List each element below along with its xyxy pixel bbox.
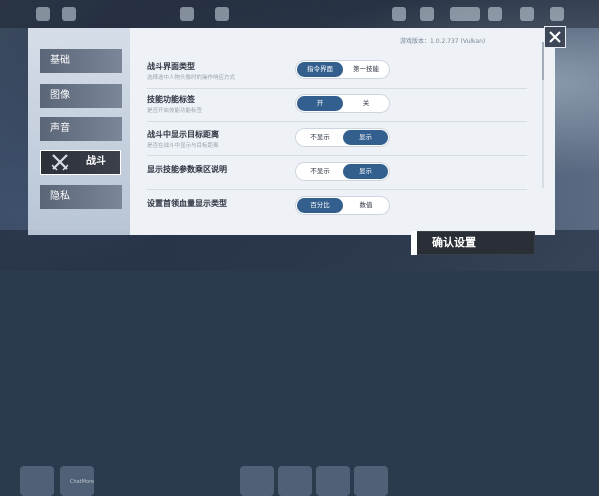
sidebar-item-label: 隐私: [50, 191, 70, 202]
option-percentage[interactable]: 百分比: [297, 198, 343, 213]
option-first-skill[interactable]: 第一技能: [343, 60, 389, 79]
divider: [147, 189, 527, 190]
notification-icon: [520, 7, 534, 21]
sidebar-item-combat[interactable]: 战斗: [40, 150, 121, 175]
setting-title: 战斗中显示目标距离: [147, 130, 219, 139]
divider: [147, 88, 527, 89]
sidebar-item-label: 基础: [50, 55, 70, 66]
sidebar-item-graphics[interactable]: 图像: [40, 84, 122, 108]
skill-param-toggle: 不显示 显示: [295, 162, 390, 181]
status-icon: [420, 7, 434, 21]
setting-title: 技能功能标签: [147, 95, 195, 104]
divider: [147, 155, 527, 156]
close-button[interactable]: [544, 26, 566, 48]
sidebar-item-label: 图像: [50, 90, 70, 101]
option-on[interactable]: 开: [297, 96, 343, 111]
setting-title: 显示技能参数乘区说明: [147, 165, 227, 174]
status-icon: [180, 7, 194, 21]
confirm-accent: [411, 231, 417, 255]
setting-subtitle: 选择选中人物头像时的操作响应方式: [147, 75, 236, 81]
confirm-label: 确认设置: [432, 236, 476, 249]
setting-title: 设置首领血量显示类型: [147, 199, 227, 208]
bottom-label: ChatMore: [70, 479, 95, 485]
option-command-ui[interactable]: 指令界面: [297, 62, 343, 77]
battle-ui-type-toggle: 指令界面 第一技能: [295, 60, 390, 79]
battery-icon: [450, 7, 480, 21]
settings-icon: [550, 7, 564, 21]
setting-title: 战斗界面类型: [147, 62, 195, 71]
skill-tag-toggle: 开 关: [295, 94, 390, 113]
home-icon: [36, 7, 50, 21]
option-hide[interactable]: 不显示: [297, 128, 343, 147]
confirm-settings-button[interactable]: 确认设置: [411, 231, 535, 255]
sidebar-item-basic[interactable]: 基础: [40, 49, 122, 73]
sidebar-item-label: 声音: [50, 123, 70, 134]
app-slot: [278, 466, 312, 496]
setting-subtitle: 是否在战斗中显示与目标距离: [147, 143, 219, 149]
app-slot: [20, 466, 54, 496]
target-distance-toggle: 不显示 显示: [295, 128, 390, 147]
status-icon: [215, 7, 229, 21]
top-status-bar: [0, 0, 599, 28]
app-slot: [240, 466, 274, 496]
boss-hp-display-toggle: 百分比 数值: [295, 196, 390, 215]
option-show[interactable]: 显示: [343, 164, 388, 179]
divider: [147, 121, 527, 122]
sidebar-item-label: 战斗: [86, 156, 106, 167]
crossed-swords-icon: [51, 154, 69, 171]
mail-icon: [488, 7, 502, 21]
menu-icon: [62, 7, 76, 21]
option-hide[interactable]: 不显示: [297, 162, 343, 181]
app-slot: [354, 466, 388, 496]
sidebar-item-privacy[interactable]: 隐私: [40, 185, 122, 209]
app-slot: [316, 466, 350, 496]
option-value[interactable]: 数值: [343, 196, 389, 215]
status-icon: [392, 7, 406, 21]
sidebar-item-sound[interactable]: 声音: [40, 117, 122, 141]
option-show[interactable]: 显示: [343, 130, 388, 145]
version-text: 游戏版本：1.0.2.737 (Vulkan): [400, 38, 486, 45]
option-off[interactable]: 关: [343, 94, 389, 113]
close-icon: [549, 31, 561, 43]
setting-subtitle: 是否开启技能功能标签: [147, 108, 203, 114]
